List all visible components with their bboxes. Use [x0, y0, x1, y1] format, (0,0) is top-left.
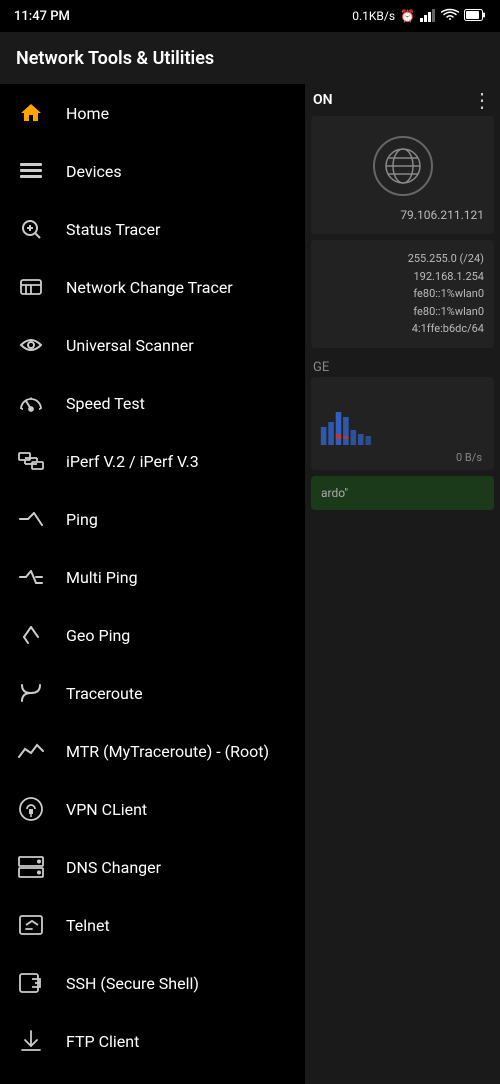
drawer-item-devices[interactable]: Devices	[0, 142, 305, 200]
drawer-label-devices: Devices	[66, 162, 122, 181]
main-layout: Home Devices St	[0, 84, 500, 1084]
drawer-label-status-tracer: Status Tracer	[66, 220, 160, 239]
telnet-icon	[16, 910, 46, 940]
globe-icon	[373, 136, 433, 196]
drawer-item-multi-ping[interactable]: Multi Ping	[0, 548, 305, 606]
network-detail-gateway: 192.168.1.254	[321, 268, 484, 286]
section-ge-label: GE	[305, 354, 500, 377]
on-badge: ON	[313, 92, 333, 108]
ip-section: 79.106.211.121	[311, 116, 494, 234]
ip-address: 79.106.211.121	[321, 208, 484, 222]
devices-icon	[16, 156, 46, 186]
drawer-label-ping: Ping	[66, 510, 98, 529]
alarm-icon: ⏰	[400, 9, 415, 23]
drawer-item-universal-scanner[interactable]: Universal Scanner	[0, 316, 305, 374]
drawer-label-mtr: MTR (MyTraceroute) - (Root)	[66, 742, 269, 761]
drawer-item-geo-ping[interactable]: Geo Ping	[0, 606, 305, 664]
drawer-label-traceroute: Traceroute	[66, 684, 143, 703]
drawer-item-ftp-client[interactable]: FTP Client	[0, 1012, 305, 1070]
green-card-section: ardo"	[311, 476, 494, 510]
green-card-text: ardo"	[321, 486, 484, 500]
ssh-icon	[16, 968, 46, 998]
ping-icon	[16, 504, 46, 534]
drawer-label-vpn-client: VPN CLient	[66, 800, 147, 819]
battery-icon	[464, 9, 486, 24]
home-icon	[16, 98, 46, 128]
drawer-item-status-tracer[interactable]: Status Tracer	[0, 200, 305, 258]
network-detail-ipv6-3: 4:1ffe:b6dc/64	[321, 320, 484, 338]
menu-dots-button[interactable]: ⋮	[472, 88, 492, 112]
drawer-item-telnet[interactable]: Telnet	[0, 896, 305, 954]
bandwidth-label: 0 B/s	[315, 451, 490, 468]
speed-indicator: 0.1KB/s	[352, 9, 395, 23]
app-header: Network Tools & Utilities	[0, 32, 500, 84]
drawer-item-network-change-tracer[interactable]: Network Change Tracer	[0, 258, 305, 316]
drawer-label-speed-test: Speed Test	[66, 394, 145, 413]
network-details-section: 255.255.0 (/24) 192.168.1.254 fe80::1%wl…	[311, 240, 494, 348]
universal-scanner-icon	[16, 330, 46, 360]
drawer-label-network-change-tracer: Network Change Tracer	[66, 278, 233, 297]
multi-ping-icon	[16, 562, 46, 592]
status-icons: 0.1KB/s ⏰	[352, 8, 486, 25]
navigation-drawer: Home Devices St	[0, 84, 305, 1084]
status-time: 11:47 PM	[14, 9, 70, 24]
mtr-icon	[16, 736, 46, 766]
drawer-item-traceroute[interactable]: Traceroute	[0, 664, 305, 722]
drawer-item-ssh[interactable]: SSH (Secure Shell)	[0, 954, 305, 1012]
drawer-item-ping[interactable]: Ping	[0, 490, 305, 548]
app-title: Network Tools & Utilities	[16, 48, 214, 69]
drawer-item-home[interactable]: Home	[0, 84, 305, 142]
top-right-bar: ON ⋮	[305, 84, 500, 116]
drawer-item-vpn-client[interactable]: VPN CLient	[0, 780, 305, 838]
bandwidth-chart	[315, 387, 490, 447]
drawer-label-universal-scanner: Universal Scanner	[66, 336, 194, 355]
drawer-label-ftp-client: FTP Client	[66, 1032, 139, 1051]
traceroute-icon	[16, 678, 46, 708]
drawer-item-mtr[interactable]: MTR (MyTraceroute) - (Root)	[0, 722, 305, 780]
drawer-label-home: Home	[66, 104, 109, 123]
wifi-icon	[441, 8, 459, 25]
vpn-client-icon	[16, 794, 46, 824]
iperf-icon	[16, 446, 46, 476]
dns-changer-icon	[16, 852, 46, 882]
ftp-client-icon	[16, 1026, 46, 1056]
drawer-item-iperf[interactable]: iPerf V.2 / iPerf V.3	[0, 432, 305, 490]
drawer-item-dns-changer[interactable]: DNS Changer	[0, 838, 305, 896]
drawer-label-multi-ping: Multi Ping	[66, 568, 138, 587]
content-panel: ON ⋮ 79.106.211.121 255.255.0 (	[305, 84, 500, 1084]
globe-container	[321, 126, 484, 206]
drawer-label-iperf: iPerf V.2 / iPerf V.3	[66, 452, 199, 471]
signal-icon	[420, 8, 436, 25]
network-detail-ipv6-2: fe80::1%wlan0	[321, 303, 484, 321]
status-tracer-icon	[16, 214, 46, 244]
network-detail-ipv6-1: fe80::1%wlan0	[321, 285, 484, 303]
network-detail-subnet: 255.255.0 (/24)	[321, 250, 484, 268]
drawer-label-dns-changer: DNS Changer	[66, 858, 161, 877]
network-change-tracer-icon	[16, 272, 46, 302]
geo-ping-icon	[16, 620, 46, 650]
drawer-label-telnet: Telnet	[66, 916, 110, 935]
status-bar: 11:47 PM 0.1KB/s ⏰	[0, 0, 500, 32]
speed-test-icon	[16, 388, 46, 418]
drawer-label-geo-ping: Geo Ping	[66, 626, 130, 645]
drawer-label-ssh: SSH (Secure Shell)	[66, 974, 199, 993]
drawer-item-speed-test[interactable]: Speed Test	[0, 374, 305, 432]
